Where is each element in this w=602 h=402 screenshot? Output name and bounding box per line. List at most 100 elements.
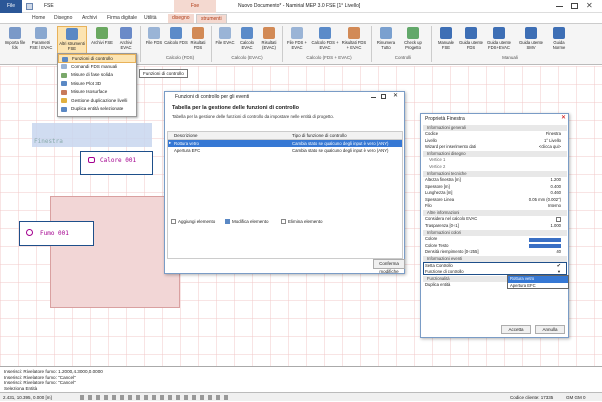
risultati-fds-evac-button[interactable]: Risultati FDS + EVAC (340, 26, 368, 54)
prop-value: 40 (556, 249, 561, 254)
menu-label: Misure Isosurface (71, 89, 108, 94)
prop-filo[interactable]: Filo Interno (425, 203, 565, 210)
menu-tooltip: Funzioni di controllo (139, 69, 188, 78)
calcolo-evac-label: Calcolo EVAC (240, 40, 254, 50)
prop-key: Densità riempimento [0÷255] (425, 249, 479, 254)
file-fds-evac-button[interactable]: File FDS + EVAC (284, 26, 310, 54)
check-icon (407, 27, 419, 39)
colore-swatch[interactable] (529, 237, 561, 242)
prop-densita[interactable]: Densità riempimento [0÷255] 40 (425, 249, 565, 256)
menu-item-comandi-fds[interactable]: Comandi FDS manuali (58, 63, 136, 72)
row-desc: Rottura vetro (174, 141, 199, 146)
guida-fds-evac-button[interactable]: Guida utente FDS+EVAC (485, 26, 513, 54)
calcolo-fds-evac-button[interactable]: Calcolo FDS + EVAC (311, 26, 339, 54)
calcolo-fds-button[interactable]: Calcolo FDS (164, 26, 188, 54)
file-fds-label: File FDS (145, 40, 163, 45)
table-row[interactable]: Apertura EFC Cambia stato se qualcuno de… (168, 147, 402, 154)
confirm-button[interactable]: Conferma modifiche (373, 259, 405, 274)
archivi-evac-button[interactable]: Archivi EVAC (114, 26, 138, 54)
tab-utilita[interactable]: Utilità (140, 14, 161, 23)
tools-icon (66, 28, 78, 40)
guida-smv-button[interactable]: Guida utente SMV (519, 26, 543, 54)
accetta-button[interactable]: Accetta (501, 325, 531, 334)
file-app-button[interactable]: File (0, 0, 22, 13)
document-title: Nuovo Documento* - Namirial MEP 3.0 FSE … (238, 3, 361, 9)
colore-testo-swatch[interactable] (529, 244, 561, 248)
finestra-label: Finestra (34, 138, 63, 145)
archivi-fse-label: Archivi FSE (91, 40, 113, 45)
archivi-fse-button[interactable]: Archivi FSE (90, 26, 114, 54)
menu-label: Misure Plot 3D (71, 80, 102, 86)
annulla-button[interactable]: Annulla (535, 325, 565, 334)
import-icon (9, 27, 21, 39)
quick-access-save-icon[interactable] (26, 3, 33, 10)
guida-norme-button[interactable]: Guida Norme (547, 26, 571, 54)
file-fds-button[interactable]: File FDS (142, 26, 166, 54)
edit-element-button[interactable]: Modifica elemento (225, 219, 269, 225)
menu-label: Gestione duplicazione livelli (71, 97, 128, 103)
file-evac-button[interactable]: File EVAC (213, 26, 237, 54)
prop-key: Codice (425, 131, 439, 136)
calore-label: Calore 001 (100, 157, 137, 164)
prop-key: Altezza finestra [m] (425, 177, 461, 182)
rinumera-tutto-button[interactable]: Rinumera Tutto (374, 26, 398, 54)
menu-item-misure-fase-solida[interactable]: Misure di fase solida (58, 71, 136, 80)
tab-archivi[interactable]: Archivi (78, 14, 101, 23)
menu-item-gestione-duplicazione[interactable]: Gestione duplicazione livelli (58, 97, 136, 106)
menu-item-misure-isosurface[interactable]: Misure Isosurface (58, 88, 136, 97)
dialog-minimize-icon[interactable] (371, 97, 376, 98)
guida-fds-button[interactable]: Guida utente FDS (459, 26, 483, 54)
room-area[interactable] (50, 196, 180, 308)
add-element-button[interactable]: Aggiungi elemento (171, 219, 215, 225)
tab-firma-digitale[interactable]: Firma digitale (103, 14, 141, 23)
tab-disegno-context[interactable]: disegno (168, 14, 194, 23)
prop-vertice-2[interactable]: Vertice 2 (425, 164, 565, 171)
menu-item-funzioni-controllo[interactable]: Funzioni di controllo (58, 54, 136, 63)
risultati-evac-button[interactable]: Risultati (EVAC) (257, 26, 281, 54)
minimize-icon[interactable] (556, 6, 563, 7)
calore-sensor-icon (88, 157, 95, 163)
table-row[interactable]: ▸ Rottura vetro Cambia stato se qualcuno… (168, 140, 402, 147)
altri-strumenti-menu: Funzioni di controllo Comandi FDS manual… (57, 53, 137, 117)
prop-key: Spessore Linea (425, 196, 455, 202)
prop-wizard[interactable]: Wizard per inserimento dati <clicca qui> (425, 144, 565, 151)
context-tab-label: Fse (174, 0, 216, 13)
risultati-fds-label: Risultati FDS (190, 40, 206, 50)
menu-item-misure-plot3d[interactable]: Misure Plot 3D (58, 80, 136, 89)
menu-label: Funzioni di controllo (72, 56, 113, 61)
dropdown-option[interactable]: Apertura EFC (508, 283, 568, 290)
solid-icon (61, 72, 67, 78)
prop-value: Interno (547, 203, 561, 208)
col-tipo[interactable]: Tipo di funzione di controllo (292, 133, 347, 138)
command-line[interactable]: Inserisci: Rivelatore fumo: 1.2000,4.300… (0, 366, 602, 392)
dialog-close-icon[interactable]: ✕ (393, 92, 398, 99)
check-up-button[interactable]: Check up Progetto (400, 26, 426, 54)
tab-strumenti[interactable]: strumenti (196, 14, 227, 23)
risultati-fds-button[interactable]: Risultati FDS (186, 26, 210, 54)
menu-label: Duplica entità selezionate (71, 106, 124, 111)
maximize-icon[interactable] (571, 3, 578, 9)
isosurface-icon (61, 89, 67, 95)
properties-panel: Proprietà Finestra ✕ Informazioni genera… (420, 113, 569, 338)
archive-icon (96, 27, 108, 39)
close-icon[interactable]: ✕ (586, 1, 593, 10)
params-fse-button[interactable]: Parametri FSE / EVAC (29, 26, 53, 54)
tab-home[interactable]: Home (28, 14, 49, 23)
calc-evac-icon (241, 27, 253, 39)
altri-strumenti-button[interactable]: Altri strumenti FSE (57, 26, 87, 54)
tab-disegno[interactable]: Disegno (50, 14, 76, 23)
calcolo-evac-button[interactable]: Calcolo EVAC (235, 26, 259, 54)
delete-element-button[interactable]: Elimina elemento (281, 219, 323, 225)
prop-trasparenza[interactable]: Trasparenza [0÷1] 1.000 (425, 223, 565, 230)
status-bar: 2.431, 10.395, 0.000 [m] Codice cliente:… (0, 392, 602, 401)
dialog-maximize-icon[interactable] (381, 94, 386, 99)
menu-item-duplica-entita[interactable]: Duplica entità selezionate (58, 105, 136, 114)
status-toggle-icons[interactable] (80, 395, 230, 400)
import-fds-button[interactable]: Importa file fds (3, 26, 27, 54)
guida-fds-label: Guida utente FDS (459, 40, 483, 50)
evac-checkbox[interactable] (556, 217, 561, 222)
title-bar: File FSE Fse Nuovo Documento* - Namirial… (0, 0, 602, 13)
col-descrizione[interactable]: Descrizione (174, 133, 198, 138)
props-close-icon[interactable]: ✕ (561, 114, 566, 121)
manuale-fse-button[interactable]: Manuale FSE (434, 26, 458, 54)
